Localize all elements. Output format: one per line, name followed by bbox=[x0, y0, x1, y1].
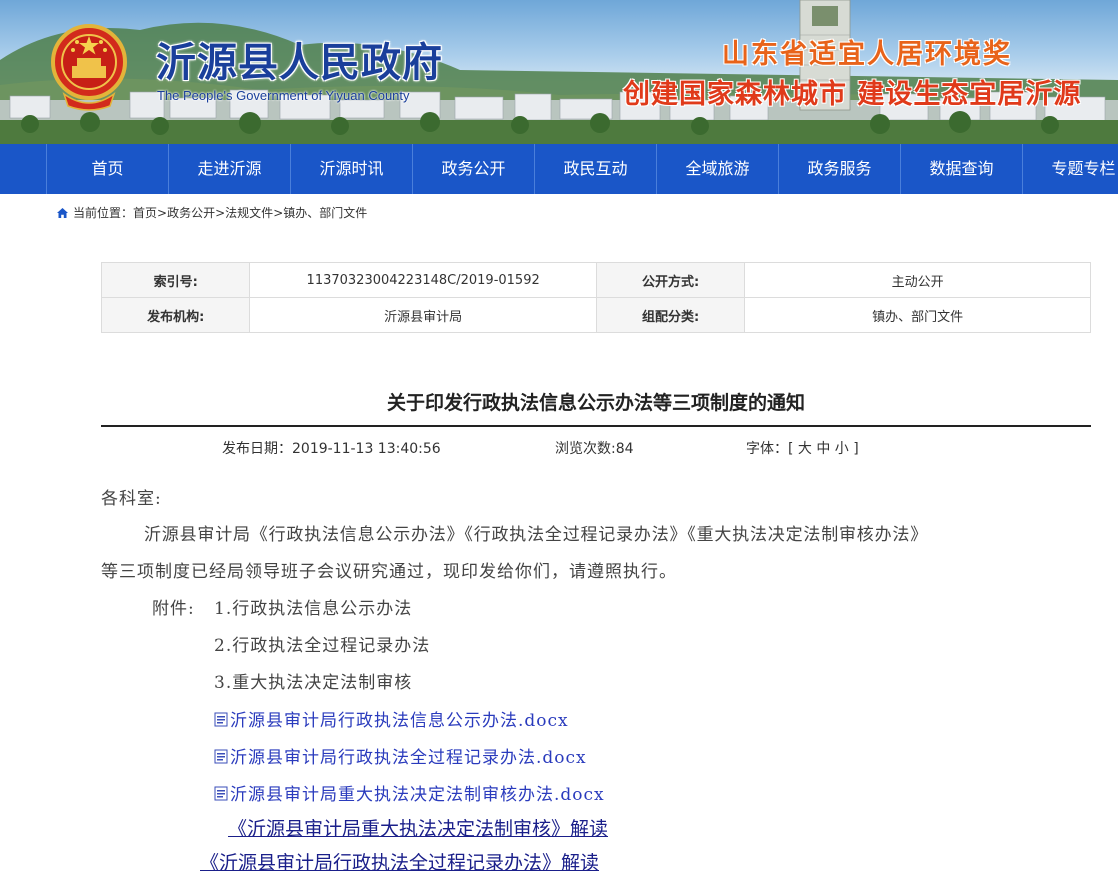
nav-item-services[interactable]: 政务服务 bbox=[778, 144, 900, 194]
slogan-award: 山东省适宜人居环境奖 bbox=[722, 39, 1012, 70]
site-title: 沂源县人民政府 bbox=[156, 39, 443, 86]
attachment-item-1: 1.行政执法信息公示办法 bbox=[214, 599, 413, 619]
breadcrumb-gov-affairs[interactable]: 政务公开 bbox=[167, 206, 215, 220]
attachment-item-2: 2.行政执法全过程记录办法 bbox=[214, 636, 431, 656]
breadcrumb-home[interactable]: 首页 bbox=[133, 206, 157, 220]
breadcrumb-regulations[interactable]: 法规文件 bbox=[225, 206, 273, 220]
view-count: 浏览次数:84 bbox=[555, 441, 634, 457]
nav-item-data-query[interactable]: 数据查询 bbox=[900, 144, 1022, 194]
title-divider bbox=[101, 425, 1091, 427]
nav-item-about-yiyuan[interactable]: 走进沂源 bbox=[168, 144, 290, 194]
breadcrumb-sep: > bbox=[215, 206, 226, 220]
file-name: 沂源县审计局行政执法全过程记录办法.docx bbox=[230, 748, 587, 768]
breadcrumb-sep: > bbox=[157, 206, 168, 220]
font-size-control[interactable]: 字体：[ 大 中 小 ] bbox=[746, 438, 859, 458]
file-download-link-3[interactable]: 沂源县审计局重大执法决定法制审核办法.docx bbox=[214, 780, 605, 805]
nav-item-news[interactable]: 沂源时讯 bbox=[290, 144, 412, 194]
body-paragraph-line-2: 等三项制度已经局领导班子会议研究通过，现印发给你们，请遵照执行。 bbox=[101, 562, 677, 582]
nav-item-special-topics[interactable]: 专题专栏 bbox=[1022, 144, 1118, 194]
nav-item-gov-affairs[interactable]: 政务公开 bbox=[412, 144, 534, 194]
attachment-item-3: 3.重大执法决定法制审核 bbox=[214, 673, 413, 693]
interpretation-link-2[interactable]: 《沂源县审计局行政执法全过程记录办法》解读 bbox=[200, 848, 599, 875]
salutation: 各科室: bbox=[101, 489, 162, 509]
file-download-link-2[interactable]: 沂源县审计局行政执法全过程记录办法.docx bbox=[214, 743, 587, 768]
publish-method-value: 主动公开 bbox=[744, 262, 1091, 298]
table-row: 发布机构: 沂源县审计局 组配分类: 镇办、部门文件 bbox=[100, 297, 1091, 333]
issuer-label: 发布机构: bbox=[100, 297, 251, 333]
body-paragraph-line-1: 沂源县审计局《行政执法信息公示办法》《行政执法全过程记录办法》《重大执法决定法制… bbox=[144, 525, 928, 545]
attachment-prefix: 附件: bbox=[152, 599, 195, 619]
slogan-forest-city: 创建国家森林城市 建设生态宜居沂源 bbox=[623, 79, 1082, 110]
category-value: 镇办、部门文件 bbox=[744, 297, 1091, 333]
document-icon bbox=[214, 749, 228, 764]
document-icon bbox=[214, 786, 228, 801]
breadcrumb-dept-docs[interactable]: 镇办、部门文件 bbox=[283, 206, 367, 220]
interpretation-link-1[interactable]: 《沂源县审计局重大执法决定法制审核》解读 bbox=[228, 814, 608, 841]
national-emblem-icon bbox=[51, 24, 127, 111]
nav-item-interaction[interactable]: 政民互动 bbox=[534, 144, 656, 194]
table-row: 索引号: 11370323004223148C/2019-01592 公开方式:… bbox=[100, 262, 1091, 298]
breadcrumb-prefix: 当前位置： bbox=[73, 206, 134, 220]
breadcrumb: 当前位置：首页>政务公开>法规文件>镇办、部门文件 bbox=[56, 204, 367, 221]
document-icon bbox=[214, 712, 228, 727]
nav-item-tourism[interactable]: 全域旅游 bbox=[656, 144, 778, 194]
site-subtitle: The People's Government of Yiyuan County bbox=[157, 88, 410, 103]
publish-method-label: 公开方式: bbox=[595, 262, 746, 298]
home-icon bbox=[57, 208, 68, 218]
breadcrumb-sep: > bbox=[273, 206, 284, 220]
publish-date: 发布日期：2019-11-13 13:40:56 bbox=[222, 441, 441, 457]
site-banner: 沂源县人民政府 The People's Government of Yiyua… bbox=[0, 0, 1118, 144]
file-name: 沂源县审计局行政执法信息公示办法.docx bbox=[230, 711, 569, 731]
file-name: 沂源县审计局重大执法决定法制审核办法.docx bbox=[230, 785, 605, 805]
main-nav: 首页 走进沂源 沂源时讯 政务公开 政民互动 全域旅游 政务服务 数据查询 专题… bbox=[0, 144, 1118, 194]
nav-item-home[interactable]: 首页 bbox=[46, 144, 168, 194]
article-title: 关于印发行政执法信息公示办法等三项制度的通知 bbox=[386, 392, 805, 414]
category-label: 组配分类: bbox=[595, 297, 746, 333]
issuer-value: 沂源县审计局 bbox=[249, 297, 597, 333]
document-info-table: 索引号: 11370323004223148C/2019-01592 公开方式:… bbox=[100, 262, 1091, 333]
index-number-value: 11370323004223148C/2019-01592 bbox=[249, 262, 597, 298]
index-number-label: 索引号: bbox=[100, 262, 251, 298]
file-download-link-1[interactable]: 沂源县审计局行政执法信息公示办法.docx bbox=[214, 706, 569, 731]
